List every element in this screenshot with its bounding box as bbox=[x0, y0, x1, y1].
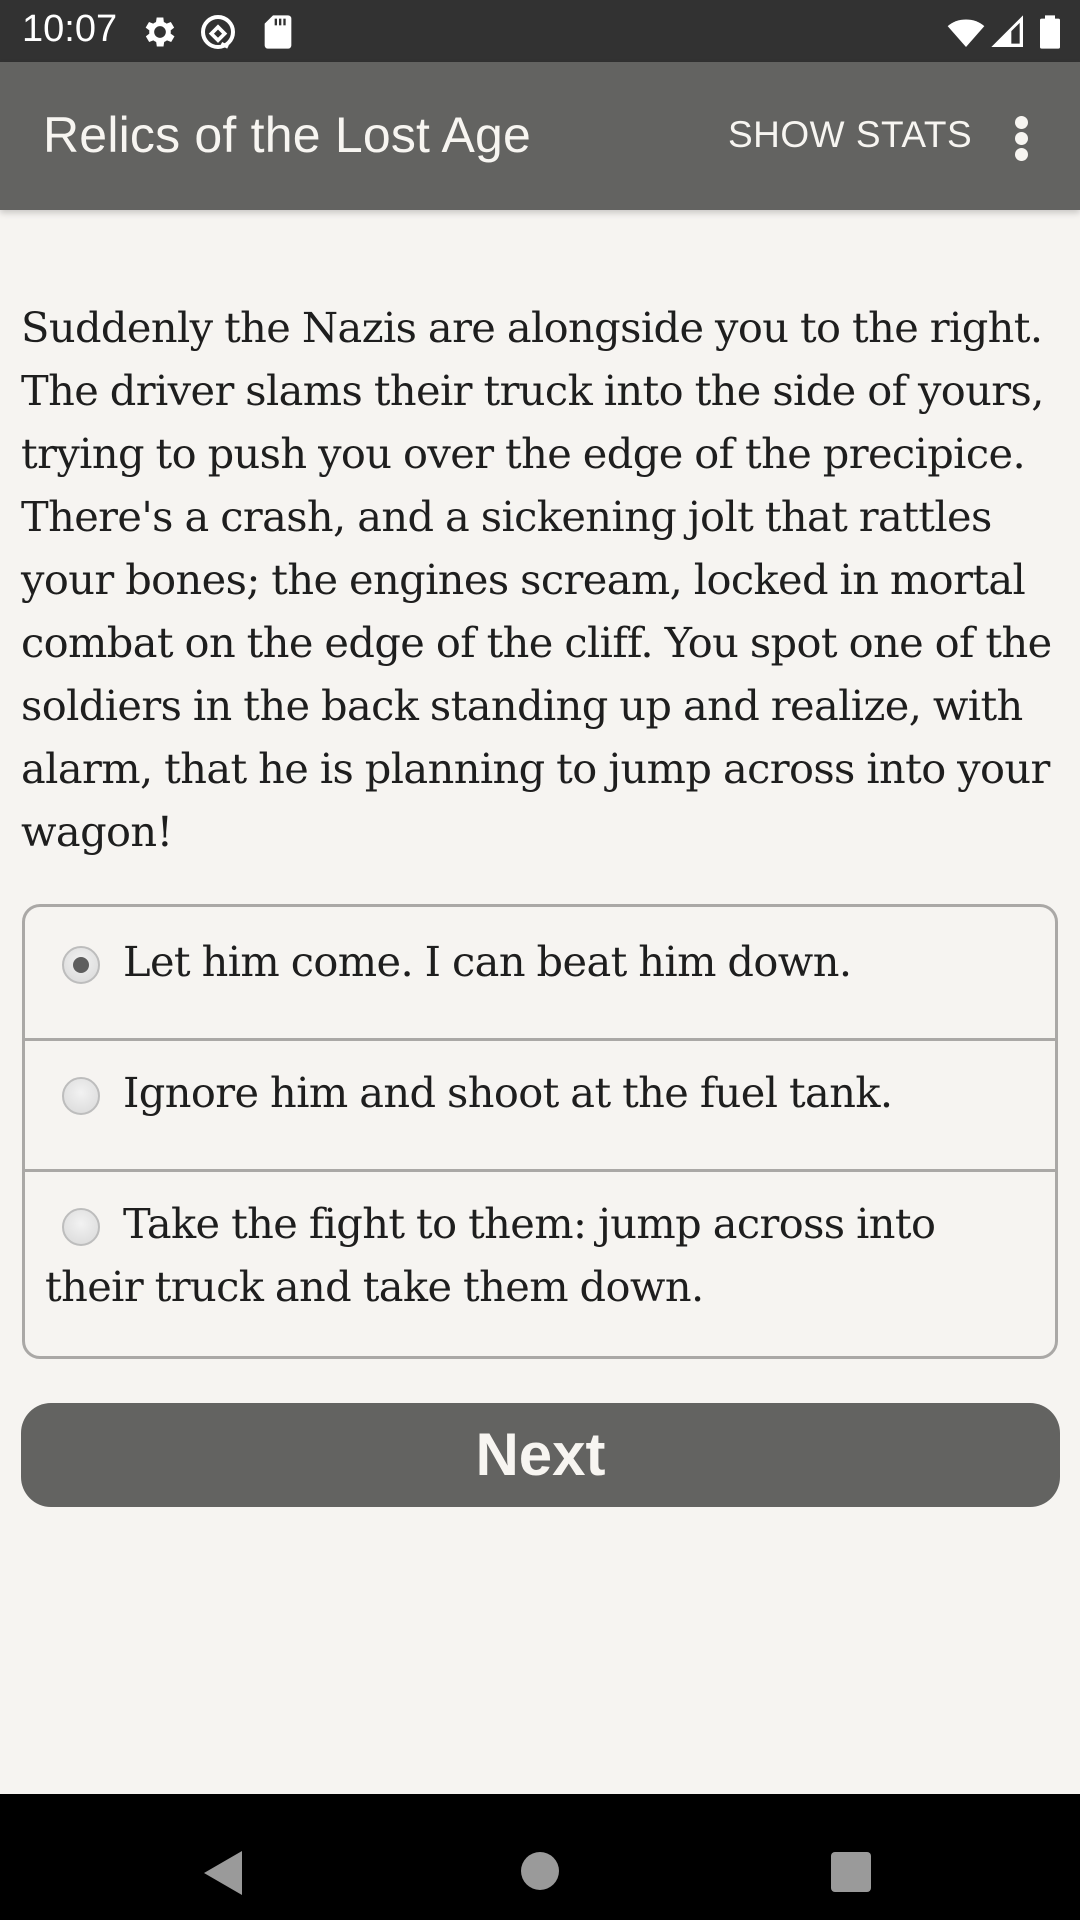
status-bar: 10:07 bbox=[0, 0, 1080, 62]
more-vert-icon bbox=[1015, 116, 1028, 129]
status-time: 10:07 bbox=[22, 8, 118, 50]
more-vert-icon-dot bbox=[1015, 132, 1028, 145]
more-options-button[interactable] bbox=[996, 102, 1048, 172]
more-vert-icon-dot bbox=[1015, 148, 1028, 161]
gear-icon bbox=[145, 17, 175, 47]
app-bar: Relics of the Lost Age SHOW STATS bbox=[0, 62, 1080, 210]
choice-label: Ignore him and shoot at the fuel tank. bbox=[123, 1068, 893, 1117]
choice-option-1[interactable]: Let him come. I can beat him down. bbox=[25, 907, 1055, 1038]
data-saver-icon bbox=[201, 15, 235, 49]
story-text: Suddenly the Nazis are alongside you to … bbox=[21, 303, 1052, 856]
recents-icon[interactable] bbox=[831, 1852, 871, 1892]
back-icon[interactable] bbox=[204, 1851, 242, 1895]
wifi-icon bbox=[947, 19, 985, 47]
home-icon[interactable] bbox=[521, 1852, 559, 1890]
show-stats-button[interactable]: SHOW STATS bbox=[728, 114, 972, 156]
choice-option-2[interactable]: Ignore him and shoot at the fuel tank. bbox=[25, 1038, 1055, 1169]
navigation-bar bbox=[0, 1794, 1080, 1920]
cellular-signal-icon bbox=[991, 15, 1023, 48]
choice-label: Let him come. I can beat him down. bbox=[123, 937, 852, 986]
choice-option-3[interactable]: Take the fight to them: jump across into… bbox=[25, 1169, 1055, 1356]
next-button[interactable]: Next bbox=[21, 1403, 1060, 1507]
choice-label: Take the fight to them: jump across into… bbox=[45, 1199, 936, 1311]
sd-card-icon bbox=[264, 15, 292, 49]
app-title: Relics of the Lost Age bbox=[43, 107, 532, 163]
battery-icon bbox=[1040, 15, 1060, 49]
choices-group: Let him come. I can beat him down. Ignor… bbox=[22, 904, 1058, 1359]
